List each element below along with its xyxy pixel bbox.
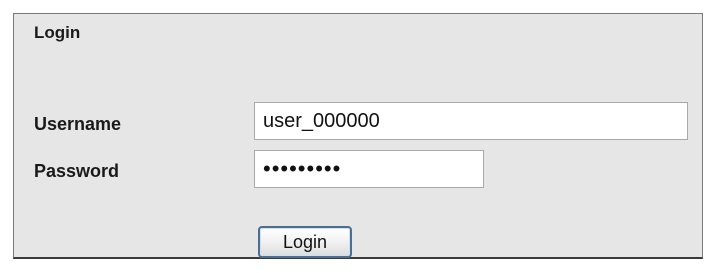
login-button[interactable]: Login xyxy=(258,226,352,258)
panel-title: Login xyxy=(34,23,81,42)
password-label: Password xyxy=(34,161,120,181)
login-panel: Login Username Password Login xyxy=(13,13,703,259)
username-label: Username xyxy=(34,114,122,134)
password-input[interactable] xyxy=(254,150,484,188)
username-input[interactable] xyxy=(254,102,688,140)
